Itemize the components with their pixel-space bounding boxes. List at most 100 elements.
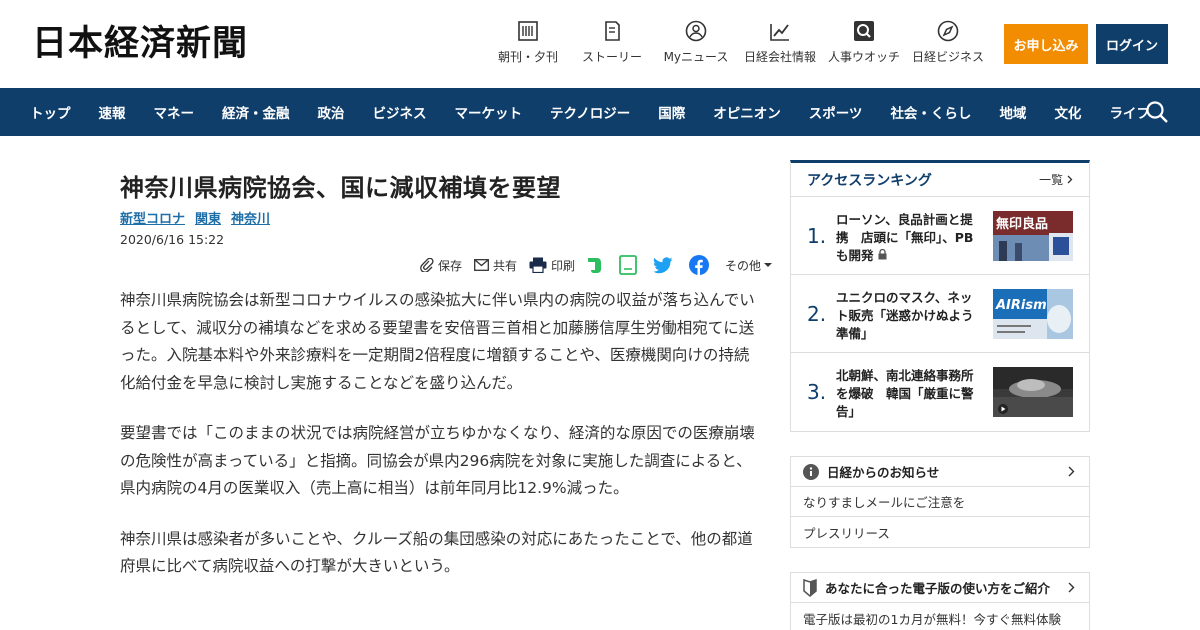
article-paragraph: 神奈川県病院協会は新型コロナウイルスの感染拡大に伴い県内の病院の収益が落ち込んで… [120, 291, 755, 392]
nav-label: Myニュース [663, 50, 729, 64]
share-button[interactable]: 共有 [474, 257, 517, 274]
notice-link[interactable]: プレスリリース [791, 517, 1089, 547]
ranking-thumbnail [993, 367, 1073, 417]
shield-icon [803, 578, 817, 597]
nav-my-news[interactable]: Myニュース [664, 20, 728, 70]
nav-nikkei-business[interactable]: 日経ビジネス [912, 20, 984, 70]
ranking-number: 1. [807, 224, 827, 248]
ranking-item[interactable]: 3. 北朝鮮、南北連絡事務所を爆破 韓国「厳重に警告」 [791, 353, 1089, 431]
main-nav-item[interactable]: スポーツ [809, 102, 863, 122]
main-nav-item[interactable]: ライフ [1109, 102, 1150, 122]
article-date: 2020/6/16 15:22 [120, 232, 225, 247]
ranking-headline: ローソン、良品計画と提携 店頭に「無印」、PBも開発 [836, 211, 984, 265]
facebook-button[interactable] [689, 255, 713, 275]
nav-label: 日経会社情報 [744, 50, 817, 64]
ranking-headline: ユニクロのマスク、ネット販売「迷惑かけぬよう準備」 [836, 290, 974, 341]
nav-story[interactable]: ストーリー [582, 20, 642, 70]
thumbnail-text: AIRism [995, 298, 1047, 313]
newspaper-icon [517, 20, 539, 42]
ranking-more-label: 一覧 [1039, 173, 1064, 187]
print-label: 印刷 [551, 258, 576, 273]
user-icon [685, 20, 707, 42]
share-toolbar: 保存 共有 印刷 その他 [420, 254, 788, 276]
chevron-right-icon [1068, 466, 1075, 477]
chevron-right-icon [1067, 175, 1073, 184]
tag-link[interactable]: 関東 [195, 208, 221, 227]
caret-down-icon [764, 263, 773, 267]
article-tags: 新型コロナ 関東 神奈川 [120, 208, 270, 227]
article-body: 神奈川県病院協会は新型コロナウイルスの感染拡大に伴い県内の病院の収益が落ち込んで… [120, 287, 760, 604]
tag-link[interactable]: 新型コロナ [120, 208, 185, 227]
lock-icon [878, 248, 887, 260]
more-label: その他 [725, 258, 762, 273]
main-nav-item[interactable]: トップ [30, 102, 71, 122]
ranking-more-link[interactable]: 一覧 [1039, 171, 1073, 188]
main-nav-item[interactable]: マーケット [455, 102, 523, 122]
guide-link[interactable]: 電子版は最初の1カ月が無料！今すぐ無料体験 [791, 603, 1089, 630]
article-title: 神奈川県病院協会、国に減収補填を要望 [120, 174, 561, 202]
twitter-button[interactable] [653, 256, 677, 274]
ranking-thumbnail: AIRism [993, 289, 1073, 339]
ranking-number: 3. [807, 380, 827, 404]
main-nav-item[interactable]: マネー [154, 102, 195, 122]
main-nav-item[interactable]: オピニオン [713, 102, 781, 122]
main-nav-item[interactable]: 社会・くらし [890, 102, 971, 122]
nav-label: ストーリー [582, 50, 643, 64]
nikkei-notice: 日経からのお知らせ なりすましメールにご注意を プレスリリース [790, 456, 1090, 548]
guide-title: あなたに合った電子版の使い方をご紹介 [825, 581, 1051, 596]
facebook-icon [689, 255, 710, 275]
ranking-headline-text: ローソン、良品計画と提携 店頭に「無印」、PBも開発 [836, 212, 974, 263]
memo-button[interactable] [619, 255, 641, 275]
main-nav-item[interactable]: テクノロジー [550, 102, 630, 122]
article-paragraph: 要望書では「このままの状況では病院経営が立ちゆかなくなり、経済的な原因での医療崩… [120, 424, 755, 497]
main-nav-item[interactable]: 経済・金融 [222, 102, 290, 122]
evernote-icon [588, 258, 602, 273]
main-nav-item[interactable]: ビジネス [373, 102, 427, 122]
ranking-item[interactable]: 2. ユニクロのマスク、ネット販売「迷惑かけぬよう準備」 AIRism [791, 275, 1089, 353]
main-nav-item[interactable]: 政治 [318, 102, 345, 122]
ranking-title: アクセスランキング [807, 172, 932, 189]
main-nav-item[interactable]: 文化 [1054, 102, 1081, 122]
notice-header[interactable]: 日経からのお知らせ [791, 457, 1089, 487]
site-logo[interactable]: 日本経済新聞 [32, 22, 248, 66]
nav-company-info[interactable]: 日経会社情報 [744, 20, 816, 70]
notice-title: 日経からのお知らせ [827, 465, 940, 480]
digital-guide: あなたに合った電子版の使い方をご紹介 電子版は最初の1カ月が無料！今すぐ無料体験 [790, 572, 1090, 630]
notice-link[interactable]: なりすましメールにご注意を [791, 487, 1089, 517]
save-button[interactable]: 保存 [420, 257, 462, 274]
printer-icon [529, 257, 547, 273]
memo-icon [619, 255, 637, 275]
main-nav-item[interactable]: 地域 [999, 102, 1026, 122]
info-icon [803, 463, 819, 480]
nav-label: 日経ビジネス [912, 50, 985, 64]
site-header: 日本経済新聞 朝刊・夕刊 ストーリー Myニュース 日経会社情報 人事ウオッチ [0, 0, 1200, 88]
article-paragraph: 神奈川県は感染者が多いことや、クルーズ船の集団感染の対応にあたったことで、他の都… [120, 529, 753, 576]
ranking-item[interactable]: 1. ローソン、良品計画と提携 店頭に「無印」、PBも開発 無印良品 [791, 197, 1089, 275]
magnifier-icon [853, 20, 875, 42]
thumbnail-text: 無印良品 [996, 216, 1048, 232]
search-icon[interactable] [1145, 100, 1169, 124]
login-button[interactable]: ログイン [1096, 24, 1168, 64]
compass-icon [937, 20, 959, 42]
print-button[interactable]: 印刷 [529, 257, 575, 274]
ranking-header: アクセスランキング 一覧 [791, 163, 1089, 197]
main-nav-item[interactable]: 速報 [99, 102, 126, 122]
subscribe-button[interactable]: お申し込み [1004, 24, 1088, 64]
chevron-right-icon [1068, 582, 1075, 593]
ranking-thumbnail: 無印良品 [993, 211, 1073, 261]
main-navigation: トップ 速報 マネー 経済・金融 政治 ビジネス マーケット テクノロジー 国際 オピニオン スポー… [0, 88, 1200, 136]
main-nav-item[interactable]: 国際 [658, 102, 685, 122]
nav-morning-evening[interactable]: 朝刊・夕刊 [498, 20, 558, 70]
tag-link[interactable]: 神奈川 [231, 208, 270, 227]
mail-icon [474, 259, 489, 271]
access-ranking: アクセスランキング 一覧 1. ローソン、良品計画と提携 店頭に「無印」、PBも… [790, 160, 1090, 432]
twitter-icon [653, 256, 673, 273]
nav-personnel-watch[interactable]: 人事ウオッチ [828, 20, 900, 70]
more-share-button[interactable]: その他 [725, 257, 776, 274]
book-icon [601, 20, 623, 42]
evernote-button[interactable] [587, 256, 607, 274]
guide-header[interactable]: あなたに合った電子版の使い方をご紹介 [791, 573, 1089, 603]
clip-icon [420, 258, 434, 272]
share-label: 共有 [493, 258, 518, 273]
nav-label: 朝刊・夕刊 [498, 50, 559, 64]
